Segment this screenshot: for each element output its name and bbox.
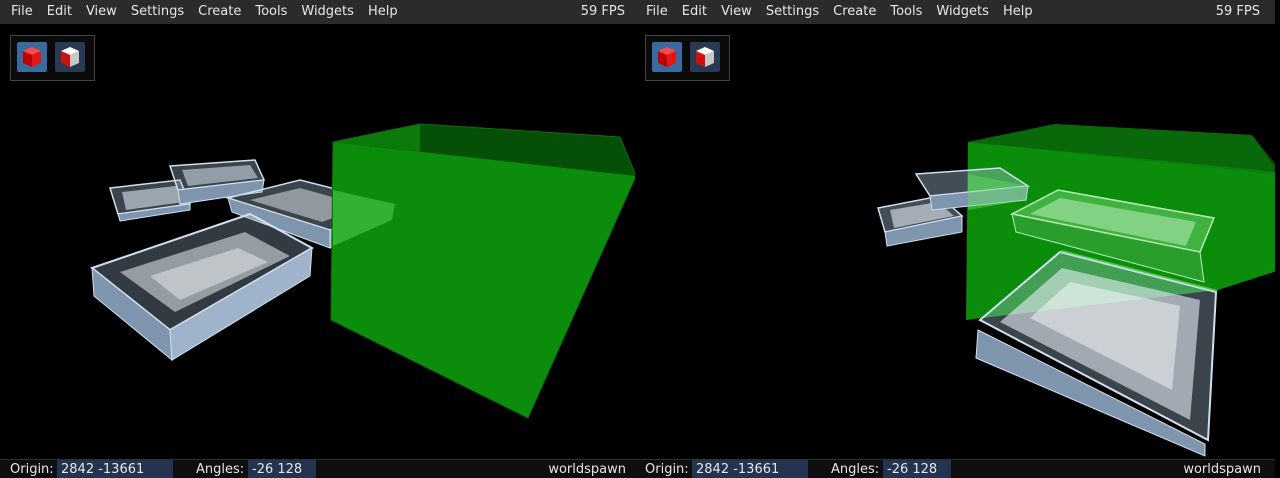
menu-settings[interactable]: Settings [759,0,826,24]
menu-create[interactable]: Create [191,0,248,24]
origin-label: Origin: [645,462,689,477]
brush-large [89,212,315,362]
origin-field[interactable]: 2842 -13661 5834 [692,460,808,478]
red-white-cube-icon [61,47,79,67]
tool-palette [645,35,730,81]
origin-field[interactable]: 2842 -13661 5834 [57,460,173,478]
menu-create[interactable]: Create [826,0,883,24]
tool-palette [10,35,95,81]
tool-brush-button[interactable] [652,42,682,72]
menu-widgets[interactable]: Widgets [294,0,361,24]
entity-name: worldspawn [1183,462,1261,477]
menubar: File Edit View Settings Create Tools Wid… [635,0,1275,24]
angles-field[interactable]: -26 128 0 [248,460,316,478]
editor-pane-left: File Edit View Settings Create Tools Wid… [0,0,640,478]
trigger-volume [330,123,637,419]
angles-label: Angles: [196,462,245,477]
menu-edit[interactable]: Edit [675,0,714,24]
fps-counter: 59 FPS [1215,4,1260,19]
editor-pane-right: File Edit View Settings Create Tools Wid… [635,0,1275,478]
menu-help[interactable]: Help [361,0,405,24]
red-white-cube-icon [696,47,714,67]
menu-tools[interactable]: Tools [248,0,294,24]
angles-label: Angles: [831,462,880,477]
menu-settings[interactable]: Settings [124,0,191,24]
menu-file[interactable]: File [635,0,675,24]
red-cube-icon [658,47,676,67]
fps-counter: 59 FPS [580,4,625,19]
statusbar: Origin: 2842 -13661 5834 Angles: -26 128… [0,459,640,478]
entity-name: worldspawn [548,462,626,477]
tool-entity-button[interactable] [55,42,85,72]
tool-entity-button[interactable] [690,42,720,72]
statusbar: Origin: 2842 -13661 5834 Angles: -26 128… [635,459,1275,478]
menubar: File Edit View Settings Create Tools Wid… [0,0,640,24]
menu-edit[interactable]: Edit [40,0,79,24]
menu-widgets[interactable]: Widgets [929,0,996,24]
menu-view[interactable]: View [79,0,124,24]
menu-help[interactable]: Help [996,0,1040,24]
tool-brush-button[interactable] [17,42,47,72]
menu-view[interactable]: View [714,0,759,24]
3d-viewport[interactable] [0,24,640,459]
3d-viewport[interactable] [635,24,1275,459]
menu-file[interactable]: File [0,0,40,24]
red-cube-icon [23,47,41,67]
scene-render [89,123,637,419]
origin-label: Origin: [10,462,54,477]
angles-field[interactable]: -26 128 0 [883,460,951,478]
scene-render [877,124,1275,457]
menu-tools[interactable]: Tools [883,0,929,24]
